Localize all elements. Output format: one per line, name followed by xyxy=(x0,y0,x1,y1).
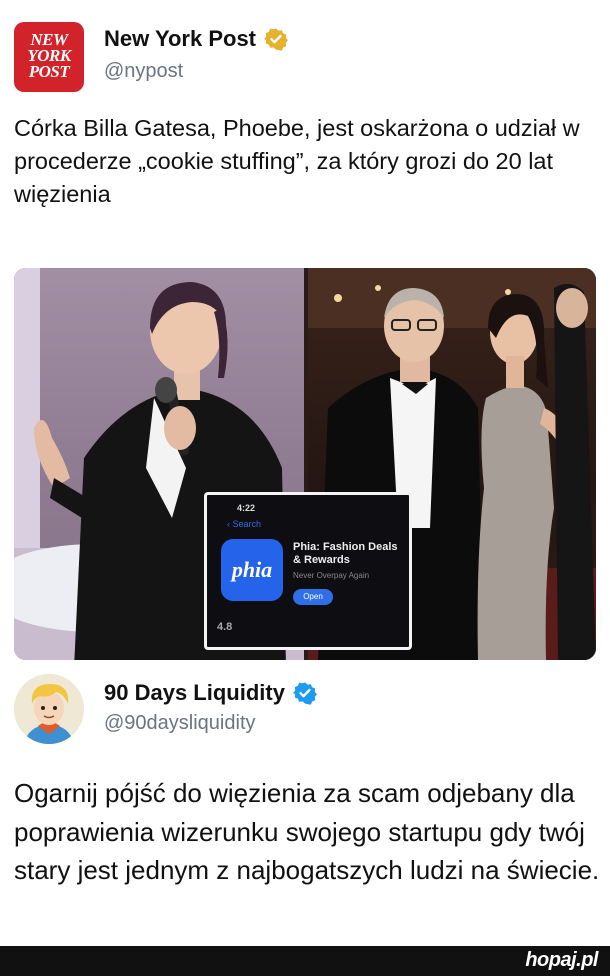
reply-name-row: 90 Days Liquidity xyxy=(104,680,317,706)
reply-author-name[interactable]: 90 Days Liquidity xyxy=(104,680,285,706)
reply-header: 90 Days Liquidity @90daysliquidity xyxy=(14,674,594,750)
reply-avatar[interactable] xyxy=(14,674,84,744)
footer-bar: hopaj.pl xyxy=(0,946,610,976)
reply-text: Ogarnij pójść do więzienia za scam odjeb… xyxy=(14,778,600,885)
app-rating: 4.8 xyxy=(217,621,233,633)
post-image[interactable]: 4:22 ‹ Search phia Phia: Fashion Deals &… xyxy=(14,268,596,660)
verified-badge-icon xyxy=(264,28,288,51)
app-title: Phia: Fashion Deals & Rewards xyxy=(293,541,398,566)
status-time: 4:22 xyxy=(237,503,256,513)
back-search-link: ‹ Search xyxy=(227,519,262,529)
author-handle[interactable]: @nypost xyxy=(104,60,183,83)
app-open-button: Open xyxy=(293,589,333,605)
site-brand[interactable]: hopaj.pl xyxy=(525,949,598,972)
author-name-row: New York Post xyxy=(104,26,288,52)
app-store-inset: 4:22 ‹ Search phia Phia: Fashion Deals &… xyxy=(204,492,412,650)
reply-author-handle[interactable]: @90daysliquidity xyxy=(104,712,256,735)
app-subtitle: Never Overpay Again xyxy=(293,571,370,580)
phia-app-logo: phia xyxy=(221,539,283,601)
cartoon-avatar-icon xyxy=(14,674,84,744)
author-name[interactable]: New York Post xyxy=(104,26,256,52)
verified-badge-icon xyxy=(293,682,317,705)
nypost-logo: NEW YORK POST xyxy=(27,30,71,81)
post-text: Córka Billa Gatesa, Phoebe, jest oskarżo… xyxy=(14,115,580,207)
post-header: NEW YORK POST New York Post @nypost xyxy=(14,22,594,94)
nypost-avatar[interactable]: NEW YORK POST xyxy=(14,22,84,92)
